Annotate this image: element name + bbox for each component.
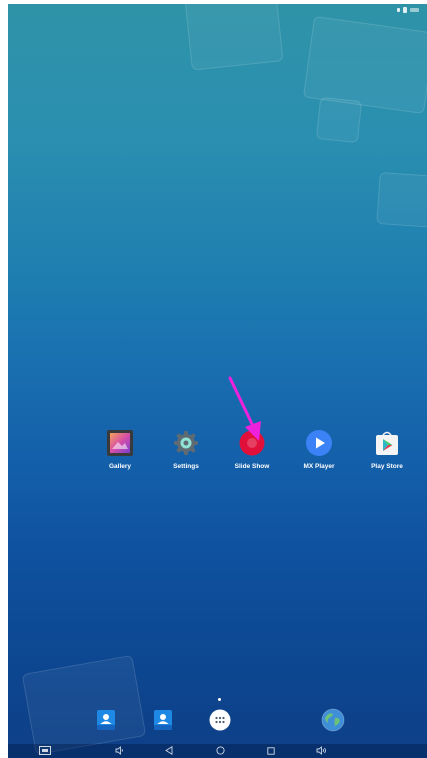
wallpaper-decoration [315, 96, 363, 144]
slide-show-icon [237, 428, 267, 458]
app-label: Play Store [371, 463, 403, 470]
app-drawer-button[interactable] [208, 709, 232, 736]
app-drawer-icon [209, 709, 231, 736]
home-button[interactable] [213, 746, 227, 756]
contacts-icon [95, 709, 117, 736]
back-icon [165, 742, 173, 758]
gallery-icon [105, 428, 135, 458]
battery-icon [403, 7, 407, 13]
play-icon [304, 428, 334, 458]
dock-contacts[interactable] [94, 709, 118, 736]
globe-icon [321, 708, 345, 737]
annotation-arrow [228, 376, 261, 441]
page-indicator [218, 698, 221, 701]
volume-down-button[interactable] [112, 746, 126, 756]
status-icons [397, 7, 419, 13]
gear-icon [171, 428, 201, 458]
wallpaper-decoration [376, 171, 427, 229]
navigation-bar [8, 744, 427, 758]
clock-icon [410, 8, 419, 12]
screenshot-button[interactable] [36, 746, 54, 756]
signal-icon [397, 8, 400, 12]
app-gallery[interactable]: Gallery [90, 428, 150, 478]
dock-contacts-2[interactable] [151, 709, 175, 736]
play-store-icon [372, 428, 402, 458]
recents-icon [267, 742, 275, 758]
volume-up-icon [316, 742, 327, 758]
app-label: MX Player [303, 463, 335, 470]
app-row: Gallery Settings Slide Show MX Player Pl… [8, 428, 427, 478]
screenshot-icon [39, 742, 51, 758]
dock-browser[interactable] [321, 708, 345, 737]
status-bar [8, 4, 427, 16]
volume-up-button[interactable] [314, 746, 328, 756]
app-label: Slide Show [234, 463, 270, 470]
app-settings[interactable]: Settings [156, 428, 216, 478]
app-label: Settings [173, 463, 199, 470]
home-screen: Gallery Settings Slide Show MX Player Pl… [8, 4, 427, 758]
app-mx-player[interactable]: MX Player [289, 428, 349, 478]
app-play-store[interactable]: Play Store [357, 428, 417, 478]
device-frame: Gallery Settings Slide Show MX Player Pl… [0, 0, 427, 758]
volume-down-icon [115, 742, 124, 758]
app-label: Gallery [108, 463, 132, 470]
home-icon [215, 742, 225, 758]
contacts-icon [152, 709, 174, 736]
back-button[interactable] [162, 745, 176, 756]
recents-button[interactable] [264, 746, 278, 756]
app-slide-show[interactable]: Slide Show [222, 428, 282, 478]
dock [8, 708, 427, 744]
